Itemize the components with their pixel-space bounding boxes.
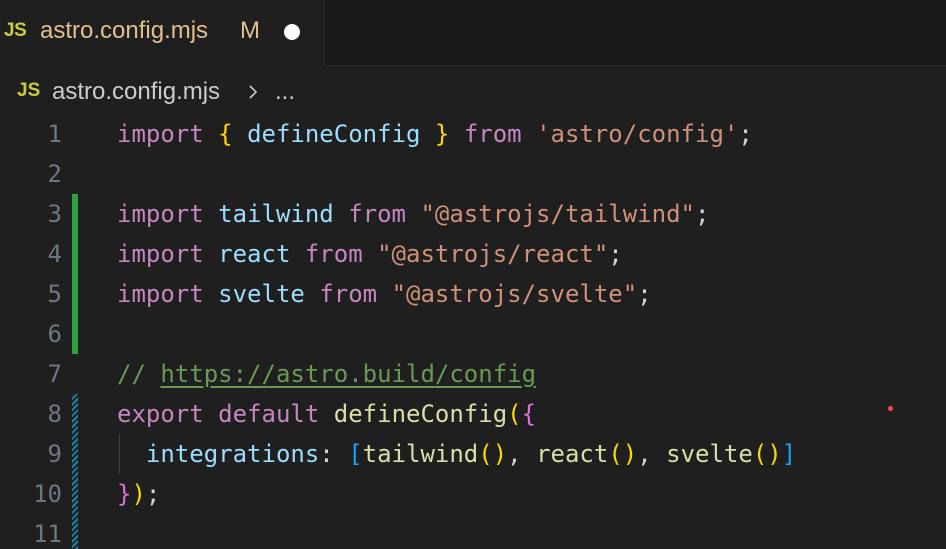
line-number: 4 xyxy=(47,240,62,268)
breadcrumb: JS astro.config.mjs ... xyxy=(0,66,946,114)
bracket-token: () xyxy=(608,440,638,468)
code-text: }); xyxy=(117,480,160,508)
git-modified-gutter-marker[interactable] xyxy=(72,394,78,434)
git-modified-gutter-marker[interactable] xyxy=(72,514,78,549)
code-text: import svelte from "@astrojs/svelte"; xyxy=(117,280,652,308)
code-text: export default defineConfig({ xyxy=(117,400,536,428)
bracket-token: ( xyxy=(507,400,522,428)
code-line[interactable]: 2 xyxy=(0,154,946,194)
line-number: 5 xyxy=(47,280,62,308)
string-token: "@astrojs/tailwind" xyxy=(420,200,695,228)
code-line[interactable]: 11 xyxy=(0,514,946,549)
code-line[interactable]: 4 import react from "@astrojs/react"; xyxy=(0,234,946,274)
editor-tab-astro-config[interactable]: JS astro.config.mjs M xyxy=(0,0,325,66)
bracket-token: { xyxy=(218,120,233,148)
punctuation-token: ; xyxy=(695,200,710,228)
code-editor[interactable]: 1 import { defineConfig } from 'astro/co… xyxy=(0,114,946,549)
error-marker-icon[interactable] xyxy=(888,406,893,411)
line-number: 1 xyxy=(47,120,62,148)
identifier-token: defineConfig xyxy=(247,120,421,148)
bracket-token: } xyxy=(434,120,450,148)
code-text: integrations: [tailwind(), react(), svel… xyxy=(117,440,796,468)
git-added-gutter-marker[interactable] xyxy=(72,234,78,274)
punctuation-token: ; xyxy=(608,240,623,268)
function-token: react xyxy=(536,440,609,468)
bracket-token: ] xyxy=(781,440,797,468)
git-added-gutter-marker[interactable] xyxy=(72,314,78,354)
code-text: // https://astro.build/config xyxy=(117,360,536,388)
string-token: 'astro/config' xyxy=(536,120,739,148)
bracket-token: } xyxy=(117,480,132,508)
line-number: 8 xyxy=(47,400,62,428)
line-number: 6 xyxy=(47,320,62,348)
function-token: tailwind xyxy=(362,440,479,468)
git-modified-gutter-marker[interactable] xyxy=(72,434,78,474)
punctuation-token: ; xyxy=(738,120,753,148)
property-token: integrations xyxy=(145,440,320,468)
keyword-token: import xyxy=(117,120,204,148)
string-token: "@astrojs/react" xyxy=(377,240,609,268)
identifier-token: svelte xyxy=(218,280,305,308)
keyword-token: import xyxy=(117,200,204,228)
code-line[interactable]: 5 import svelte from "@astrojs/svelte"; xyxy=(0,274,946,314)
line-number: 9 xyxy=(47,440,62,468)
breadcrumb-item-symbols[interactable]: ... xyxy=(275,78,295,106)
code-line[interactable]: 9 integrations: [tailwind(), react(), sv… xyxy=(0,434,946,474)
keyword-token: import xyxy=(117,280,204,308)
line-number: 11 xyxy=(33,520,62,548)
chevron-right-icon xyxy=(249,85,258,99)
editor-tab-bar: JS astro.config.mjs M xyxy=(0,0,946,66)
breadcrumb-item-file[interactable]: astro.config.mjs xyxy=(52,78,220,106)
keyword-token: from xyxy=(304,240,363,268)
bracket-token: () xyxy=(478,440,508,468)
tab-filename: astro.config.mjs xyxy=(40,17,209,44)
javascript-file-icon: JS xyxy=(17,80,41,101)
bracket-token: () xyxy=(752,440,782,468)
git-modified-gutter-marker[interactable] xyxy=(72,474,78,514)
code-line[interactable]: 1 import { defineConfig } from 'astro/co… xyxy=(0,114,946,154)
keyword-token: default xyxy=(218,400,320,428)
javascript-file-icon: JS xyxy=(4,20,27,41)
identifier-token: react xyxy=(218,240,291,268)
git-added-gutter-marker[interactable] xyxy=(72,194,78,234)
line-number: 3 xyxy=(47,200,62,228)
line-number: 2 xyxy=(47,160,62,188)
code-line[interactable]: 10 }); xyxy=(0,474,946,514)
punctuation-token: ; xyxy=(145,480,161,508)
code-line[interactable]: 7 // https://astro.build/config xyxy=(0,354,946,394)
punctuation-token: , xyxy=(637,440,652,468)
unsaved-dot-icon[interactable] xyxy=(284,24,300,40)
code-text: import react from "@astrojs/react"; xyxy=(117,240,623,268)
comment-token: // xyxy=(117,360,146,388)
bracket-token: [ xyxy=(348,440,363,468)
code-line[interactable]: 3 import tailwind from "@astrojs/tailwin… xyxy=(0,194,946,234)
keyword-token: from xyxy=(463,120,522,148)
keyword-token: export xyxy=(117,400,204,428)
punctuation-token: : xyxy=(319,440,334,468)
punctuation-token: ; xyxy=(637,280,652,308)
line-number: 7 xyxy=(47,360,62,388)
keyword-token: from xyxy=(319,280,378,308)
punctuation-token: , xyxy=(507,440,522,468)
code-line[interactable]: 8 export default defineConfig({ xyxy=(0,394,946,434)
git-added-gutter-marker[interactable] xyxy=(72,274,78,314)
comment-link[interactable]: https://astro.build/config xyxy=(160,360,536,388)
keyword-token: from xyxy=(348,200,406,228)
string-token: "@astrojs/svelte" xyxy=(391,280,638,308)
code-text: import { defineConfig } from 'astro/conf… xyxy=(117,120,753,148)
bracket-token: { xyxy=(521,400,537,428)
line-number: 10 xyxy=(33,480,62,508)
function-token: defineConfig xyxy=(333,400,508,428)
keyword-token: import xyxy=(117,240,204,268)
function-token: svelte xyxy=(666,440,753,468)
git-modified-badge: M xyxy=(240,17,260,44)
code-line[interactable]: 6 xyxy=(0,314,946,354)
identifier-token: tailwind xyxy=(218,200,334,228)
code-text: import tailwind from "@astrojs/tailwind"… xyxy=(117,200,709,228)
bracket-token: ) xyxy=(131,480,146,508)
